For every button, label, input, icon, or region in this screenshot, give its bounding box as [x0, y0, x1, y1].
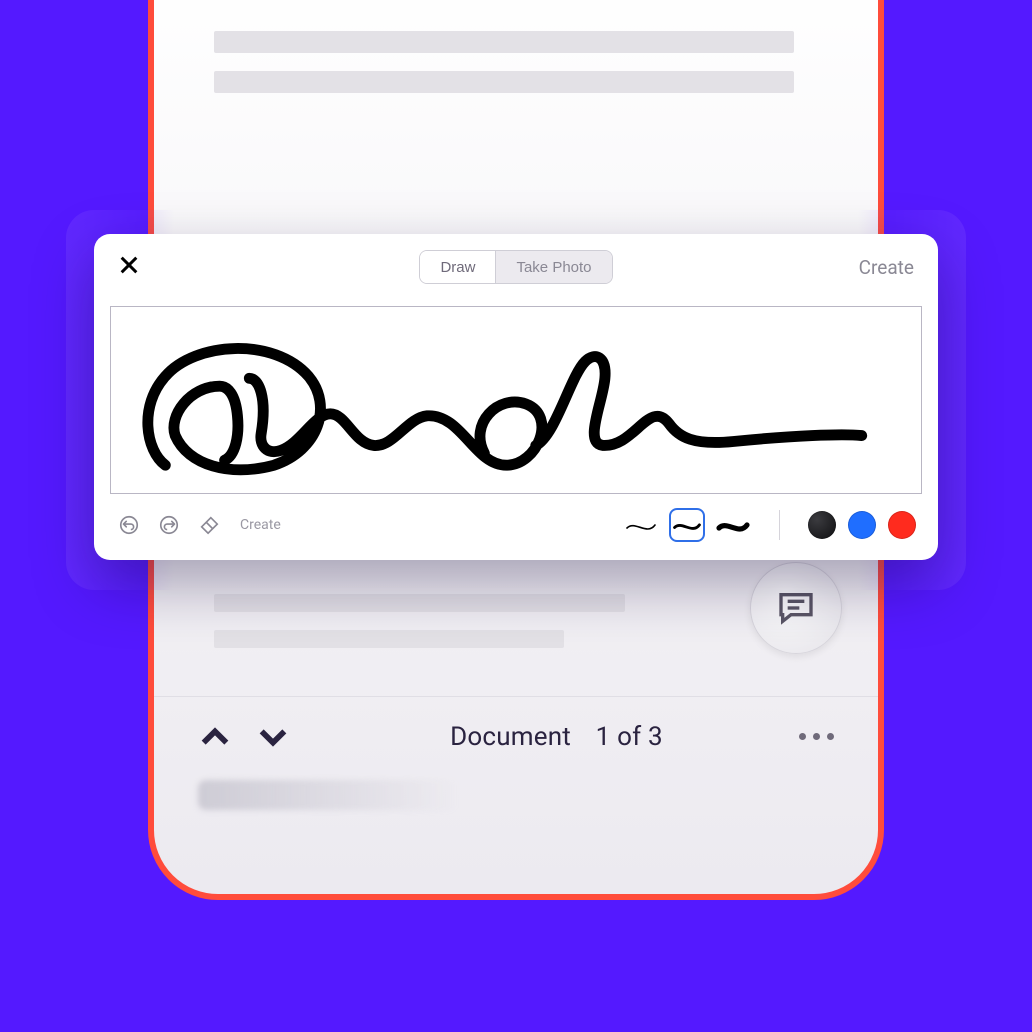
document-nav-bar: Document 1 of 3: [154, 696, 878, 776]
modal-header: Draw Take Photo Create: [94, 234, 938, 298]
page-count: 1 of 3: [596, 722, 663, 752]
toolbar-create-label: Create: [240, 517, 281, 533]
signature-stroke: [111, 307, 921, 493]
color-red[interactable]: [888, 511, 916, 539]
color-black[interactable]: [808, 511, 836, 539]
tab-take-photo[interactable]: Take Photo: [495, 251, 611, 283]
chevron-up-icon: [198, 720, 232, 754]
redo-button[interactable]: [156, 512, 182, 538]
text-placeholder: [214, 594, 625, 612]
eraser-icon: [198, 514, 220, 536]
create-button[interactable]: Create: [859, 256, 914, 279]
blurred-row: [198, 780, 458, 810]
signature-canvas[interactable]: [110, 306, 922, 494]
color-picker: [808, 511, 916, 539]
document-preview: [154, 0, 878, 93]
mode-segmented-control[interactable]: Draw Take Photo: [419, 250, 612, 284]
signature-modal: Draw Take Photo Create: [94, 234, 938, 560]
page-indicator: Document 1 of 3: [314, 722, 799, 752]
next-page-button[interactable]: [256, 720, 290, 754]
prev-page-button[interactable]: [198, 720, 232, 754]
thickness-thin[interactable]: [623, 508, 659, 542]
tab-draw[interactable]: Draw: [420, 251, 495, 283]
thickness-medium[interactable]: [669, 508, 705, 542]
undo-icon: [118, 514, 140, 536]
more-menu-button[interactable]: [799, 733, 834, 740]
close-icon: [118, 254, 140, 276]
stroke-thickness-picker: [623, 508, 751, 542]
document-label: Document: [450, 722, 571, 752]
close-button[interactable]: [118, 254, 140, 280]
thickness-thick[interactable]: [715, 508, 751, 542]
chat-icon: [776, 588, 816, 628]
text-placeholder: [214, 31, 794, 53]
signature-toolbar: Create: [94, 494, 938, 560]
text-placeholder: [214, 630, 564, 648]
color-blue[interactable]: [848, 511, 876, 539]
undo-button[interactable]: [116, 512, 142, 538]
toolbar-divider: [779, 510, 780, 540]
erase-button[interactable]: [196, 512, 222, 538]
text-placeholder: [214, 71, 794, 93]
redo-icon: [158, 514, 180, 536]
chevron-down-icon: [256, 720, 290, 754]
